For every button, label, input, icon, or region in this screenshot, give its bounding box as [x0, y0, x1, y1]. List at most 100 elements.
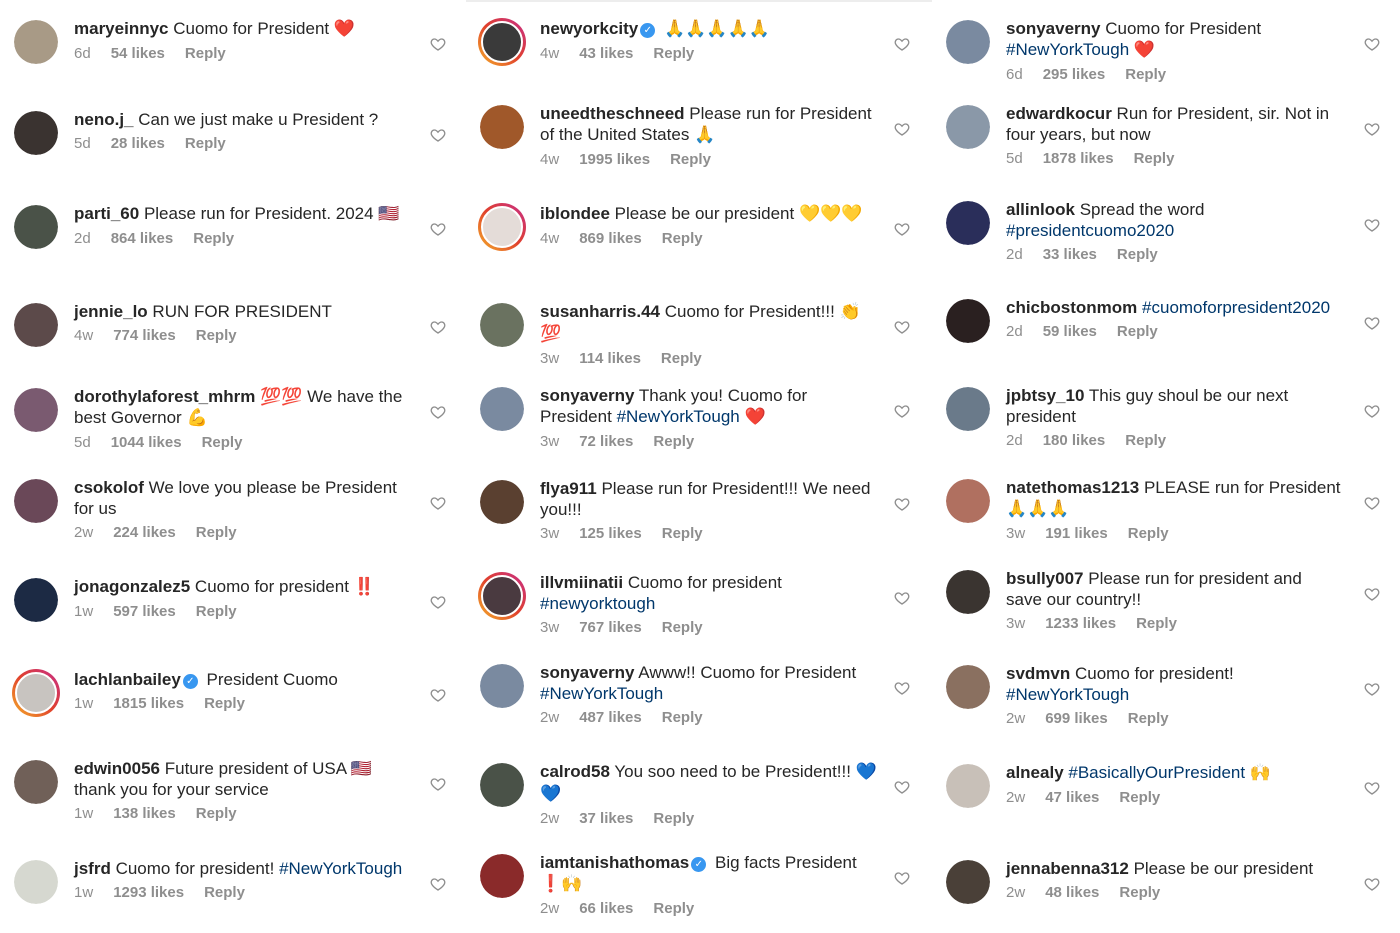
- username-link[interactable]: lachlanbailey: [74, 670, 181, 689]
- likes-count[interactable]: 66 likes: [579, 900, 633, 917]
- reply-button[interactable]: Reply: [196, 327, 237, 344]
- heart-outline-icon[interactable]: [430, 404, 446, 420]
- reply-button[interactable]: Reply: [670, 151, 711, 168]
- avatar[interactable]: [946, 20, 990, 64]
- likes-count[interactable]: 1044 likes: [111, 434, 182, 451]
- heart-outline-icon[interactable]: [430, 221, 446, 237]
- reply-button[interactable]: Reply: [662, 525, 703, 542]
- username-link[interactable]: jsfrd: [74, 859, 111, 878]
- username-link[interactable]: jpbtsy_10: [1006, 386, 1084, 405]
- heart-outline-icon[interactable]: [430, 127, 446, 143]
- avatar[interactable]: [946, 201, 990, 245]
- heart-outline-icon[interactable]: [430, 495, 446, 511]
- avatar[interactable]: [946, 860, 990, 904]
- reply-button[interactable]: Reply: [662, 230, 703, 247]
- avatar[interactable]: [946, 387, 990, 431]
- avatar[interactable]: [946, 570, 990, 614]
- hashtag-link[interactable]: #cuomoforpresident2020: [1142, 298, 1330, 317]
- likes-count[interactable]: 1995 likes: [579, 151, 650, 168]
- heart-outline-icon[interactable]: [1364, 876, 1380, 892]
- username-link[interactable]: sonyaverny: [540, 386, 635, 405]
- reply-button[interactable]: Reply: [1119, 789, 1160, 806]
- reply-button[interactable]: Reply: [196, 805, 237, 822]
- reply-button[interactable]: Reply: [185, 45, 226, 62]
- avatar[interactable]: [14, 860, 58, 904]
- username-link[interactable]: chicbostonmom: [1006, 298, 1137, 317]
- username-link[interactable]: svdmvn: [1006, 664, 1070, 683]
- username-link[interactable]: newyorkcity: [540, 19, 638, 38]
- reply-button[interactable]: Reply: [653, 433, 694, 450]
- hashtag-link[interactable]: #NewYorkTough: [1006, 685, 1129, 704]
- likes-count[interactable]: 295 likes: [1043, 66, 1106, 83]
- likes-count[interactable]: 487 likes: [579, 709, 642, 726]
- likes-count[interactable]: 72 likes: [579, 433, 633, 450]
- username-link[interactable]: susanharris.44: [540, 302, 660, 321]
- heart-outline-icon[interactable]: [1364, 403, 1380, 419]
- avatar[interactable]: [478, 203, 526, 251]
- avatar[interactable]: [14, 20, 58, 64]
- reply-button[interactable]: Reply: [1125, 432, 1166, 449]
- heart-outline-icon[interactable]: [1364, 780, 1380, 796]
- likes-count[interactable]: 869 likes: [579, 230, 642, 247]
- avatar[interactable]: [478, 572, 526, 620]
- likes-count[interactable]: 138 likes: [113, 805, 176, 822]
- likes-count[interactable]: 43 likes: [579, 45, 633, 62]
- avatar[interactable]: [946, 479, 990, 523]
- likes-count[interactable]: 33 likes: [1043, 246, 1097, 263]
- heart-outline-icon[interactable]: [894, 221, 910, 237]
- reply-button[interactable]: Reply: [661, 350, 702, 367]
- likes-count[interactable]: 37 likes: [579, 810, 633, 827]
- avatar[interactable]: [14, 578, 58, 622]
- username-link[interactable]: calrod58: [540, 762, 610, 781]
- reply-button[interactable]: Reply: [196, 603, 237, 620]
- reply-button[interactable]: Reply: [653, 900, 694, 917]
- likes-count[interactable]: 1293 likes: [113, 884, 184, 901]
- username-link[interactable]: flya911: [540, 479, 597, 498]
- username-link[interactable]: iamtanishathomas: [540, 853, 689, 872]
- username-link[interactable]: edwin0056: [74, 759, 160, 778]
- username-link[interactable]: jonagonzalez5: [74, 577, 190, 596]
- username-link[interactable]: neno.j_: [74, 110, 134, 129]
- likes-count[interactable]: 774 likes: [113, 327, 176, 344]
- avatar[interactable]: [946, 299, 990, 343]
- username-link[interactable]: edwardkocur: [1006, 104, 1112, 123]
- likes-count[interactable]: 864 likes: [111, 230, 174, 247]
- username-link[interactable]: uneedtheschneed: [540, 104, 685, 123]
- reply-button[interactable]: Reply: [193, 230, 234, 247]
- hashtag-link[interactable]: #BasicallyOurPresident: [1068, 763, 1245, 782]
- likes-count[interactable]: 767 likes: [579, 619, 642, 636]
- heart-outline-icon[interactable]: [894, 496, 910, 512]
- likes-count[interactable]: 1878 likes: [1043, 150, 1114, 167]
- heart-outline-icon[interactable]: [894, 121, 910, 137]
- heart-outline-icon[interactable]: [1364, 586, 1380, 602]
- reply-button[interactable]: Reply: [196, 524, 237, 541]
- heart-outline-icon[interactable]: [894, 319, 910, 335]
- hashtag-link[interactable]: #NewYorkTough: [279, 859, 402, 878]
- avatar[interactable]: [14, 303, 58, 347]
- username-link[interactable]: iblondee: [540, 204, 610, 223]
- avatar[interactable]: [480, 387, 524, 431]
- heart-outline-icon[interactable]: [894, 36, 910, 52]
- username-link[interactable]: maryeinnyc: [74, 19, 169, 38]
- hashtag-link[interactable]: #presidentcuomo2020: [1006, 221, 1174, 240]
- heart-outline-icon[interactable]: [1364, 121, 1380, 137]
- heart-outline-icon[interactable]: [1364, 681, 1380, 697]
- likes-count[interactable]: 180 likes: [1043, 432, 1106, 449]
- avatar[interactable]: [14, 760, 58, 804]
- heart-outline-icon[interactable]: [1364, 315, 1380, 331]
- reply-button[interactable]: Reply: [662, 619, 703, 636]
- likes-count[interactable]: 59 likes: [1043, 323, 1097, 340]
- heart-outline-icon[interactable]: [430, 594, 446, 610]
- username-link[interactable]: jennie_lo: [74, 302, 148, 321]
- heart-outline-icon[interactable]: [894, 870, 910, 886]
- likes-count[interactable]: 47 likes: [1045, 789, 1099, 806]
- username-link[interactable]: illvmiinatii: [540, 573, 623, 592]
- reply-button[interactable]: Reply: [653, 810, 694, 827]
- hashtag-link[interactable]: #NewYorkTough: [617, 407, 740, 426]
- avatar[interactable]: [480, 303, 524, 347]
- avatar[interactable]: [14, 479, 58, 523]
- avatar[interactable]: [946, 665, 990, 709]
- heart-outline-icon[interactable]: [430, 776, 446, 792]
- reply-button[interactable]: Reply: [1128, 710, 1169, 727]
- reply-button[interactable]: Reply: [204, 884, 245, 901]
